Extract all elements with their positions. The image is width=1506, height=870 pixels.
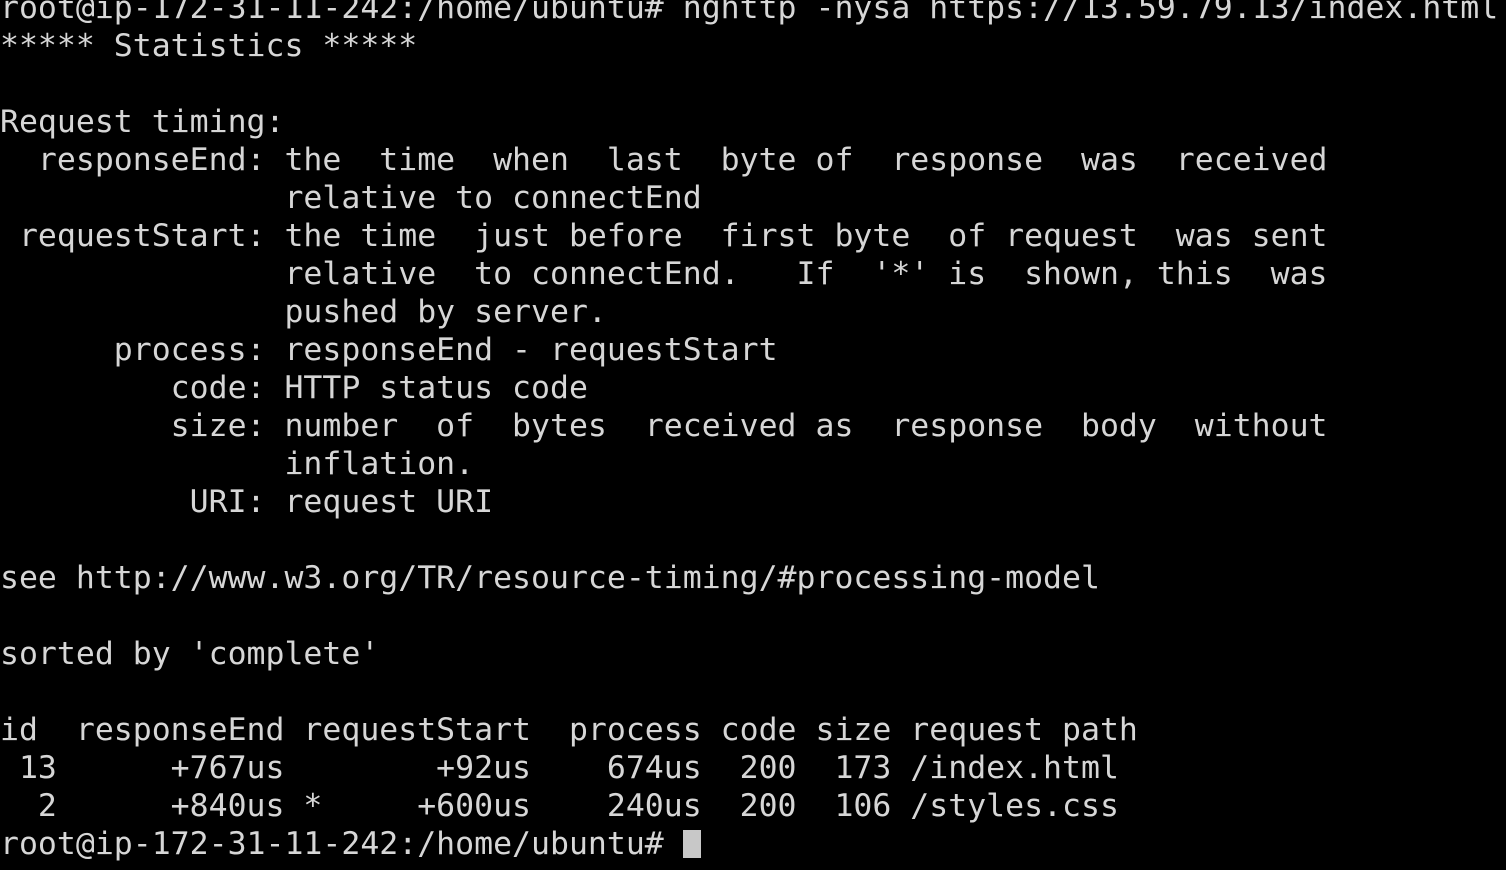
request-start-description: requestStart: the time just before first… xyxy=(0,218,1328,254)
prompt-line[interactable]: root@ip-172-31-11-242:/home/ubuntu# xyxy=(0,825,1506,863)
text-cursor xyxy=(682,830,701,858)
see-reference-line: see http://www.w3.org/TR/resource-timing… xyxy=(0,560,1100,596)
table-row: 2 +840us * +600us 240us 200 106 /styles.… xyxy=(0,788,1119,824)
size-description-cont: inflation. xyxy=(0,446,475,482)
uri-description: URI: request URI xyxy=(0,484,494,520)
request-start-description-cont: relative to connectEnd. If '*' is shown,… xyxy=(0,256,1328,292)
size-description: size: number of bytes received as respon… xyxy=(0,408,1328,444)
table-header: id responseEnd requestStart process code… xyxy=(0,712,1138,748)
terminal-window[interactable]: root@ip-172-31-11-242:/home/ubuntu# nght… xyxy=(0,0,1506,870)
request-timing-heading: Request timing: xyxy=(0,104,285,140)
statistics-header: ***** Statistics ***** xyxy=(0,28,418,64)
code-description: code: HTTP status code xyxy=(0,370,588,406)
table-row: 13 +767us +92us 674us 200 173 /index.htm… xyxy=(0,750,1119,786)
terminal-screen: root@ip-172-31-11-242:/home/ubuntu# nght… xyxy=(0,0,1506,863)
response-end-description-cont: relative to connectEnd xyxy=(0,180,702,216)
request-start-description-cont2: pushed by server. xyxy=(0,294,607,330)
sorted-by-line: sorted by 'complete' xyxy=(0,636,380,672)
response-end-description: responseEnd: the time when last byte of … xyxy=(0,142,1328,178)
process-description: process: responseEnd - requestStart xyxy=(0,332,778,368)
command-line: root@ip-172-31-11-242:/home/ubuntu# nght… xyxy=(0,0,1499,26)
shell-prompt: root@ip-172-31-11-242:/home/ubuntu# xyxy=(0,826,683,862)
